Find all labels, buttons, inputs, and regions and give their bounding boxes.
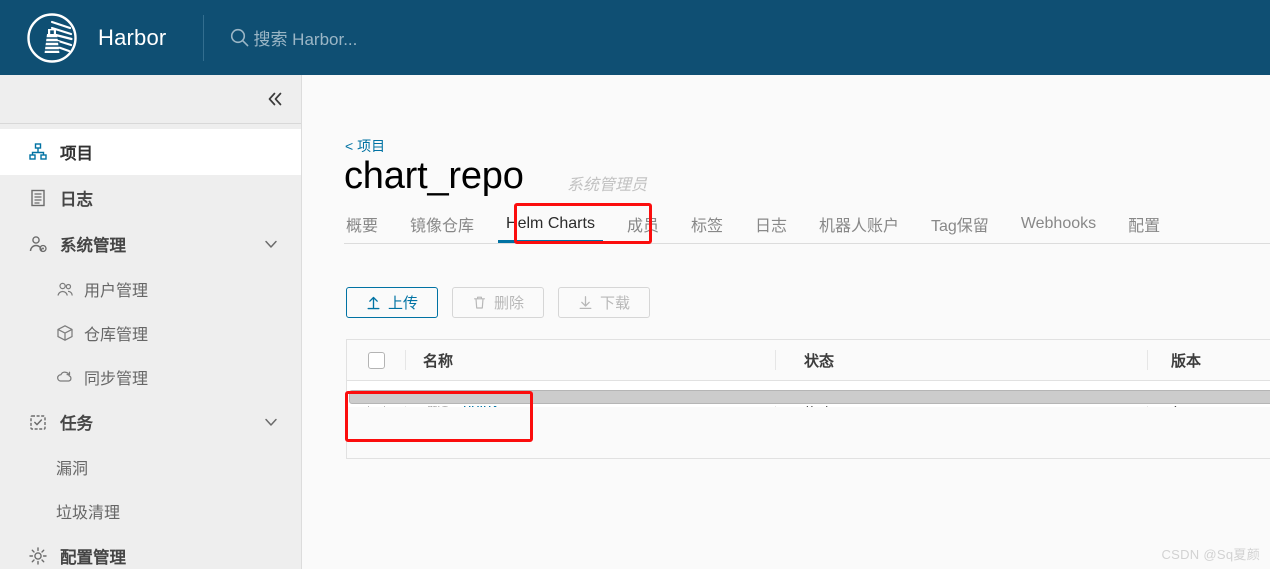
tab-label: Webhooks xyxy=(1020,214,1097,232)
tab-label: 机器人账户 xyxy=(818,217,899,235)
sidebar-item-label: 任务 xyxy=(60,415,93,433)
harbor-app-window: Harbor 搜索 Harbor... 项目 日志 系统管理 用户管理 仓库管理… xyxy=(0,0,1270,569)
tab-labels[interactable]: 标签 xyxy=(675,204,739,243)
tab-label: 日志 xyxy=(754,217,787,235)
tab-logs[interactable]: 日志 xyxy=(739,204,803,243)
sidebar-item-tasks[interactable]: 任务 xyxy=(0,399,301,445)
search-input-placeholder[interactable]: 搜索 Harbor... xyxy=(253,25,357,50)
tab-label: 配置 xyxy=(1128,217,1161,235)
sidebar-item-projects[interactable]: 项目 xyxy=(0,129,301,175)
tab-configuration[interactable]: 配置 xyxy=(1112,204,1176,243)
tab-label: Tag保留 xyxy=(931,217,989,235)
upload-arrow-icon xyxy=(366,295,381,310)
sidebar-item-label: 漏洞 xyxy=(56,461,89,478)
tab-members[interactable]: 成员 xyxy=(611,204,675,243)
tab-repositories[interactable]: 镜像仓库 xyxy=(394,204,490,243)
sidebar-header xyxy=(0,75,301,124)
breadcrumb-back-to-projects[interactable]: < 项目 xyxy=(345,136,385,156)
double-chevron-left-icon[interactable] xyxy=(265,89,285,109)
sidebar-item-system-admin[interactable]: 系统管理 xyxy=(0,221,301,267)
project-tabs: 概要 镜像仓库 Helm Charts 成员 标签 日志 机器人账户 Tag保留 xyxy=(344,204,1270,244)
tab-label: 概要 xyxy=(346,217,379,235)
sidebar-item-label: 同步管理 xyxy=(84,371,149,388)
gear-icon xyxy=(28,546,48,566)
column-label: 版本 xyxy=(1171,352,1202,370)
column-header-version[interactable]: 版本 xyxy=(1147,350,1270,370)
global-search[interactable]: 搜索 Harbor... xyxy=(230,0,1270,75)
users-icon xyxy=(56,280,74,298)
sidebar-item-logs[interactable]: 日志 xyxy=(0,175,301,221)
sidebar-item-garbage-collection[interactable]: 垃圾清理 xyxy=(0,489,301,533)
sidebar-item-replication-management[interactable]: 同步管理 xyxy=(0,355,301,399)
cloud-sync-icon xyxy=(56,368,74,386)
tab-robot-accounts[interactable]: 机器人账户 xyxy=(803,204,915,243)
sidebar-item-label: 项目 xyxy=(60,145,93,163)
brand-area[interactable]: Harbor xyxy=(0,12,166,64)
delete-button: 删除 xyxy=(452,287,544,318)
select-all-checkbox[interactable] xyxy=(367,351,385,369)
page-subtitle-role: 系统管理员 xyxy=(567,177,648,194)
tab-tag-retention[interactable]: Tag保留 xyxy=(915,204,1005,243)
sidebar-item-configuration[interactable]: 配置管理 xyxy=(0,533,301,569)
main-content: < 项目 chart_repo 系统管理员 概要 镜像仓库 Helm Chart… xyxy=(303,75,1270,569)
scrollbar-thumb[interactable] xyxy=(349,390,1270,404)
user-gear-icon xyxy=(28,234,48,254)
sidebar-nav: 项目 日志 系统管理 用户管理 仓库管理 同步管理 任务 漏洞 垃圾清理 配置管… xyxy=(0,75,302,569)
header-divider xyxy=(203,14,205,61)
sidebar-item-vulnerability[interactable]: 漏洞 xyxy=(0,445,301,489)
tab-label: 成员 xyxy=(626,217,659,235)
button-label: 上传 xyxy=(387,295,418,312)
sidebar-items-list: 项目 日志 系统管理 用户管理 仓库管理 同步管理 任务 漏洞 垃圾清理 配置管… xyxy=(0,124,301,569)
log-list-icon xyxy=(28,188,48,208)
select-all-cell xyxy=(347,351,405,369)
column-header-status[interactable]: 状态 xyxy=(775,350,1147,370)
download-button: 下载 xyxy=(558,287,650,318)
column-label: 状态 xyxy=(804,352,835,370)
chevron-down-icon[interactable] xyxy=(263,236,279,252)
sidebar-item-label: 仓库管理 xyxy=(84,327,149,344)
column-label: 名称 xyxy=(423,352,454,370)
task-check-icon xyxy=(28,412,48,432)
brand-title: Harbor xyxy=(98,24,167,50)
tab-summary[interactable]: 概要 xyxy=(344,204,394,243)
download-arrow-icon xyxy=(578,295,593,310)
upload-button[interactable]: 上传 xyxy=(346,287,438,318)
tab-label: 标签 xyxy=(690,217,723,235)
watermark-text: CSDN @Sq夏颜 xyxy=(1161,547,1260,562)
chevron-down-icon[interactable] xyxy=(263,414,279,430)
column-header-name[interactable]: 名称 xyxy=(405,350,775,370)
table-header-row: 名称 状态 版本 xyxy=(347,340,1270,381)
search-icon xyxy=(230,28,249,47)
harbor-lighthouse-logo-icon xyxy=(26,12,78,64)
button-label: 下载 xyxy=(599,295,630,312)
sidebar-item-user-management[interactable]: 用户管理 xyxy=(0,267,301,311)
tab-label: 镜像仓库 xyxy=(410,217,475,235)
sidebar-item-label: 系统管理 xyxy=(60,237,126,255)
sidebar-item-label: 配置管理 xyxy=(60,549,126,567)
sidebar-item-registry-management[interactable]: 仓库管理 xyxy=(0,311,301,355)
tab-webhooks[interactable]: Webhooks xyxy=(1005,204,1112,243)
table-footer-area xyxy=(346,407,1270,459)
button-label: 删除 xyxy=(493,295,524,312)
page-title: chart_repo xyxy=(344,155,524,197)
tab-label: Helm Charts xyxy=(506,214,595,232)
table-horizontal-scrollbar[interactable] xyxy=(346,388,1270,406)
chart-action-toolbar: 上传 删除 下载 xyxy=(346,287,650,318)
top-header-bar: Harbor 搜索 Harbor... xyxy=(0,0,1270,75)
trash-icon xyxy=(472,295,487,310)
box-icon xyxy=(56,324,74,342)
sidebar-item-label: 垃圾清理 xyxy=(56,505,121,522)
tab-helm-charts[interactable]: Helm Charts xyxy=(490,204,611,243)
sidebar-item-label: 日志 xyxy=(60,191,93,209)
project-org-icon xyxy=(28,142,48,162)
sidebar-item-label: 用户管理 xyxy=(84,283,149,300)
